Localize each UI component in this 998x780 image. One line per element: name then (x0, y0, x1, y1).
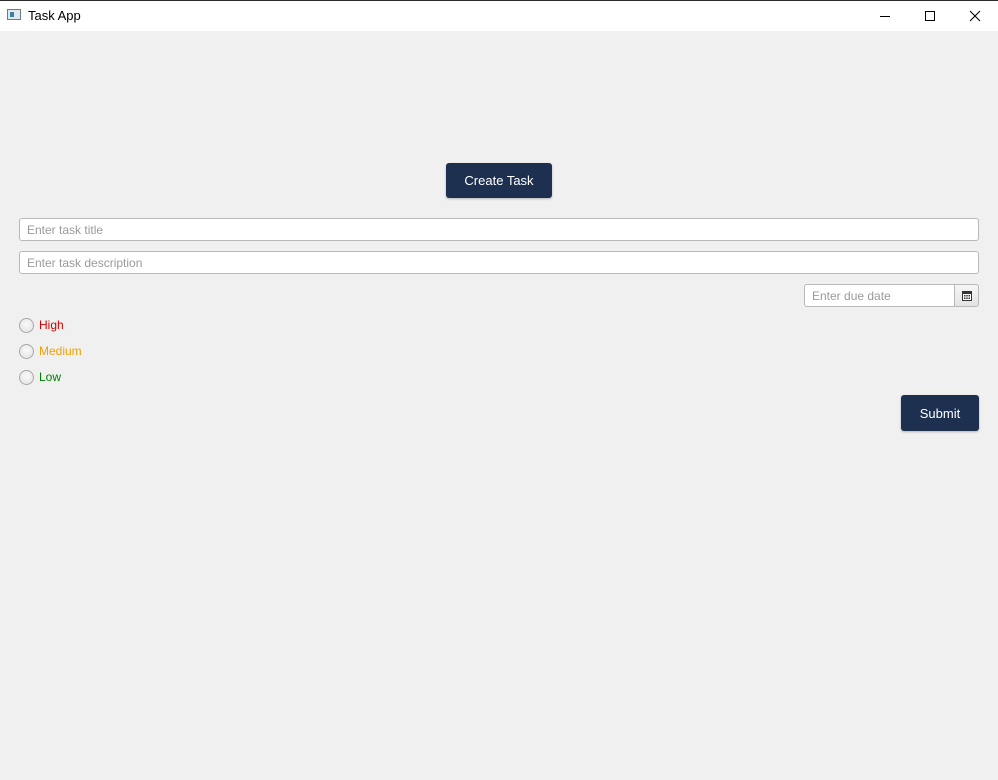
title-bar: Task App (0, 0, 998, 31)
priority-radio-low[interactable]: Low (19, 368, 61, 386)
task-description-input[interactable] (19, 251, 979, 274)
window-title: Task App (28, 8, 81, 23)
priority-label-low: Low (39, 370, 62, 384)
priority-label-medium: Medium (39, 344, 82, 358)
priority-label-high: High (39, 318, 64, 332)
main-content: Create Task High Medium Low Submit (0, 31, 998, 780)
priority-radio-high[interactable]: High (19, 316, 64, 334)
create-task-button[interactable]: Create Task (446, 163, 552, 198)
priority-radio-medium[interactable]: Medium (19, 342, 82, 360)
minimize-button[interactable] (862, 1, 908, 31)
close-button[interactable] (952, 1, 998, 31)
radio-button-medium[interactable] (19, 343, 34, 359)
calendar-icon (961, 290, 972, 301)
date-picker-button[interactable] (954, 284, 979, 307)
submit-button[interactable]: Submit (901, 395, 979, 431)
maximize-button[interactable] (907, 1, 953, 31)
due-date-input[interactable] (804, 284, 956, 307)
radio-button-high[interactable] (19, 317, 34, 333)
minimize-icon (880, 16, 890, 17)
radio-button-low[interactable] (19, 369, 34, 385)
window-app-icon (7, 9, 21, 20)
maximize-icon (925, 11, 935, 21)
close-icon (969, 10, 981, 22)
task-title-input[interactable] (19, 218, 979, 241)
